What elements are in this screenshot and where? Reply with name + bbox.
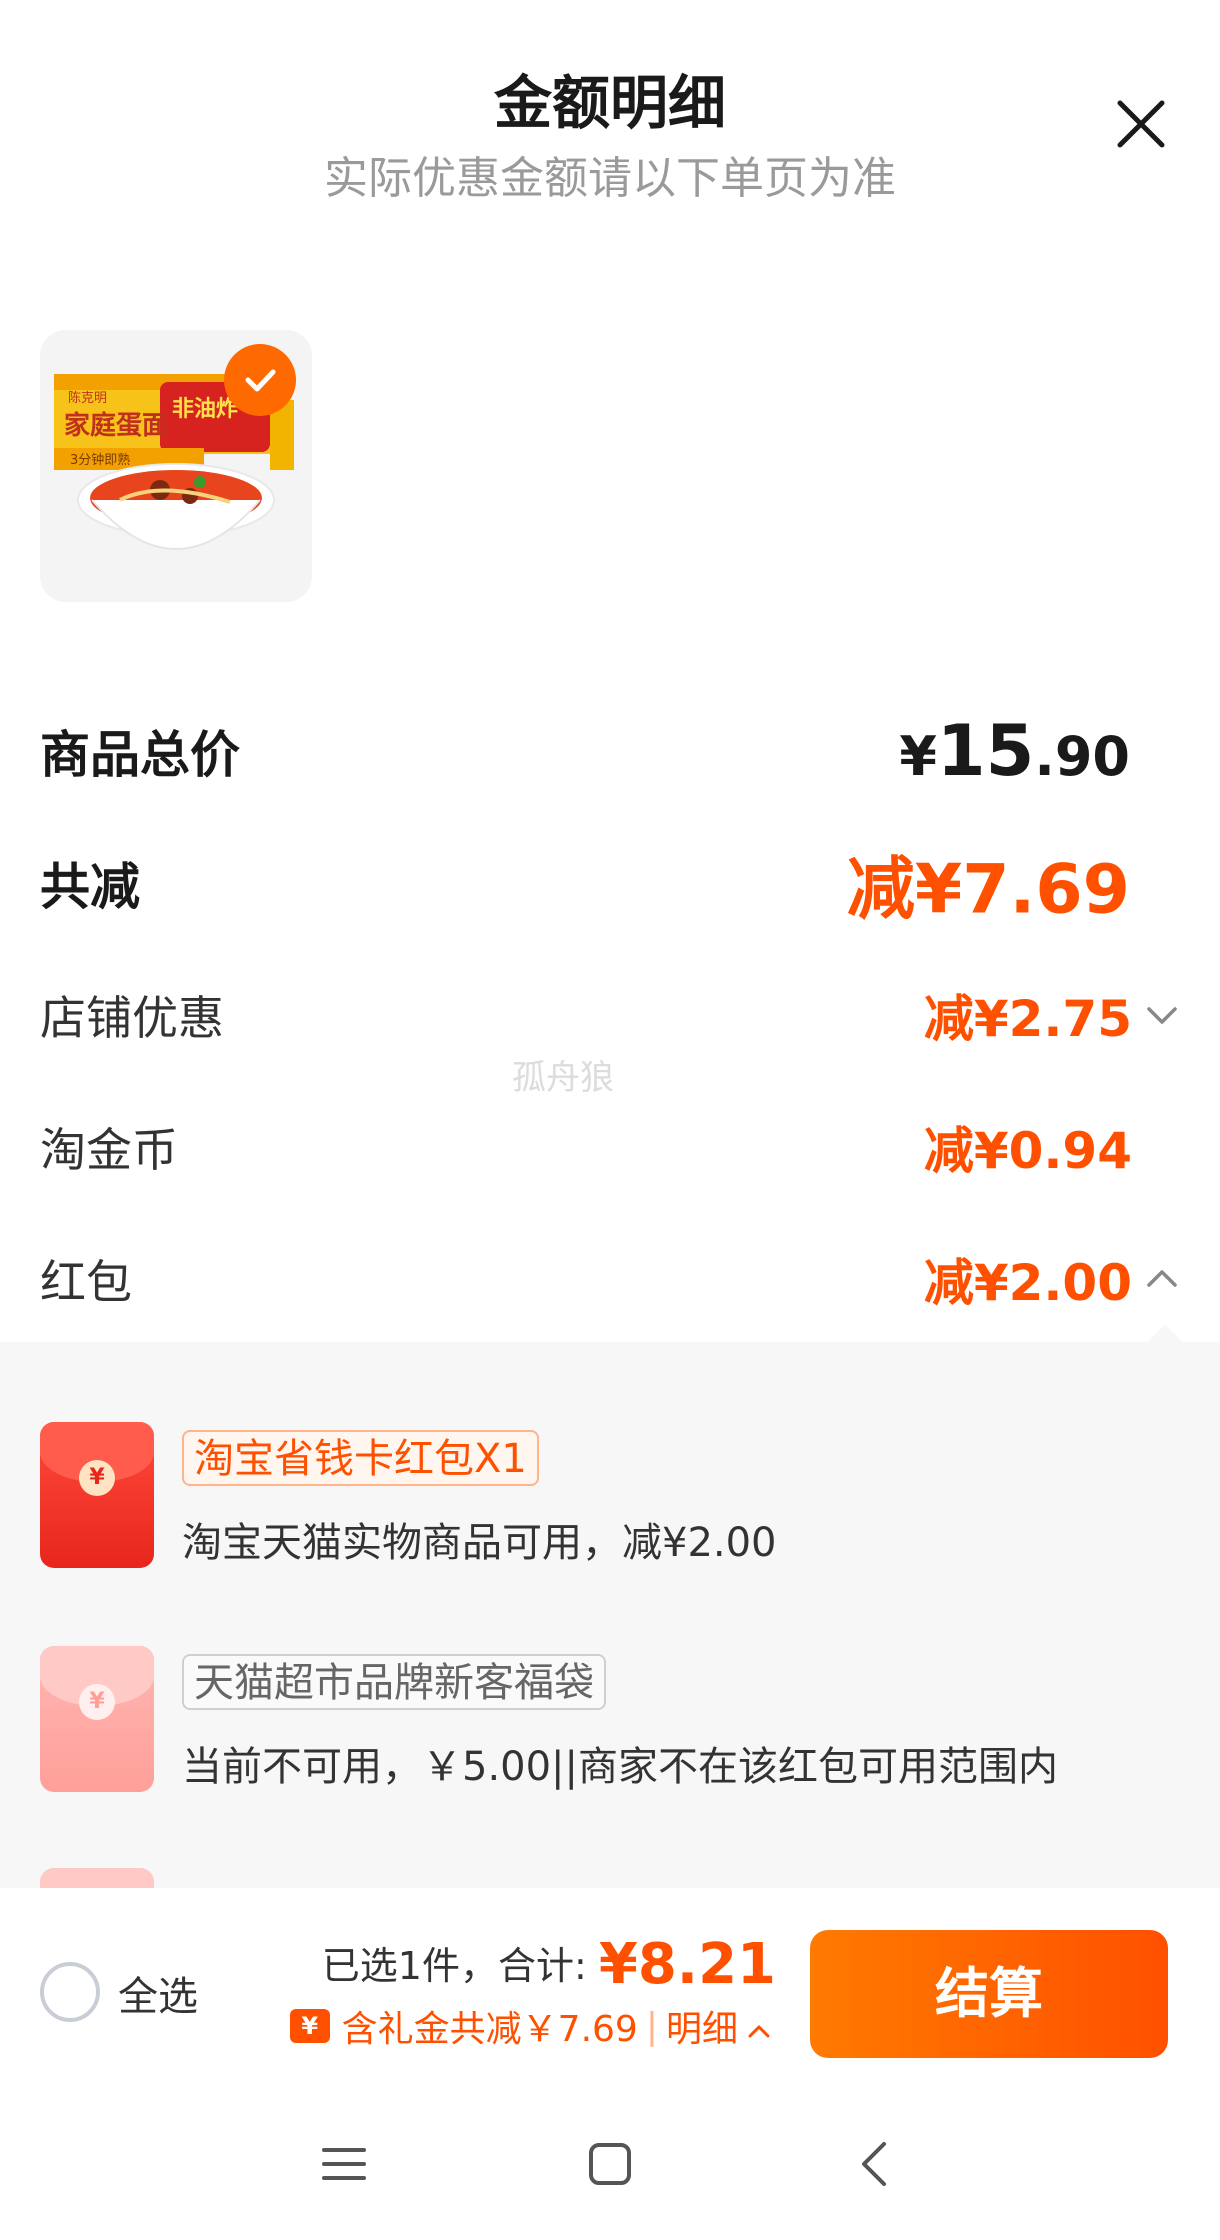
chevron-down-icon[interactable] [1144, 997, 1180, 1033]
chevron-up-icon[interactable] [746, 2013, 772, 2039]
page-title: 金额明细 [493, 69, 726, 137]
gift-text: 含礼金共减￥7.69 [341, 2009, 638, 2050]
discount-label: 淘金币 [40, 1123, 178, 1177]
discount-row-store[interactable]: 店铺优惠 减¥2.75 [40, 970, 1180, 1060]
total-reduce-label: 共减 [40, 858, 140, 916]
redpacket-icon: ¥ [40, 1422, 154, 1568]
redpacket-desc: 淘宝天猫实物商品可用，减¥2.00 [182, 1520, 777, 1566]
gift-summary[interactable]: ¥ 含礼金共减￥7.69 | 明细 [289, 2000, 772, 2052]
redpacket-tag: 淘宝省钱卡红包X1 [182, 1430, 539, 1486]
gift-money-icon: ¥ [289, 2009, 330, 2043]
watermark-text: 孤舟狼 [512, 1058, 614, 1098]
total-reduce-value: 减¥7.69 [846, 850, 1130, 930]
product-badge-text: 非油炸 [172, 396, 238, 422]
discount-label: 红包 [40, 1255, 132, 1309]
menu-icon[interactable] [318, 2138, 370, 2190]
total-price-row: 商品总价 ¥15.90 [40, 706, 1180, 796]
total-price-value: ¥15.90 [899, 710, 1130, 792]
product-brand-text: 陈克明 [68, 390, 107, 406]
discount-value: 减¥2.75 [923, 990, 1132, 1048]
checkout-button[interactable]: 结算 [810, 1930, 1168, 2058]
select-all-label[interactable]: 全选 [118, 1964, 198, 2022]
total-price-label: 商品总价 [40, 726, 240, 784]
redpacket-icon: ¥ [40, 1646, 154, 1792]
product-name-text: 家庭蛋面 [64, 410, 168, 441]
selected-summary: 已选1件，合计: ¥8.21 [322, 1932, 776, 1997]
redpacket-panel: ¥ 淘宝省钱卡红包X1 淘宝天猫实物商品可用，减¥2.00 ¥ 天猫超市品牌新客… [0, 1342, 1220, 1888]
discount-row-redpacket[interactable]: 红包 减¥2.00 [40, 1234, 1180, 1324]
discount-value: 减¥2.00 [923, 1254, 1132, 1312]
close-icon[interactable] [1112, 95, 1170, 153]
redpacket-tag: 天猫超市品牌新客福袋 [182, 1654, 606, 1710]
separator: | [645, 2005, 658, 2047]
home-icon[interactable] [584, 2138, 636, 2190]
redpacket-icon-partial [40, 1868, 154, 1888]
redpacket-desc: 当前不可用，￥5.00||商家不在该红包可用范围内 [182, 1744, 1059, 1790]
back-icon[interactable] [850, 2138, 902, 2190]
discount-row-coins: 淘金币 减¥0.94 [40, 1102, 1180, 1192]
chevron-up-icon[interactable] [1144, 1261, 1180, 1297]
product-note-text: 3分钟即熟 [70, 452, 130, 468]
total-amount: ¥8.21 [598, 1932, 776, 1997]
discount-label: 店铺优惠 [40, 991, 224, 1045]
detail-link[interactable]: 明细 [666, 2000, 738, 2052]
discount-value: 减¥0.94 [923, 1122, 1132, 1180]
select-all-radio[interactable] [40, 1962, 100, 2022]
total-reduce-row: 共减 减¥7.69 [40, 838, 1180, 930]
selected-check-icon[interactable] [224, 344, 296, 416]
selected-count-text: 已选1件，合计: [321, 1944, 587, 1988]
page-subtitle: 实际优惠金额请以下单页为准 [324, 153, 896, 204]
